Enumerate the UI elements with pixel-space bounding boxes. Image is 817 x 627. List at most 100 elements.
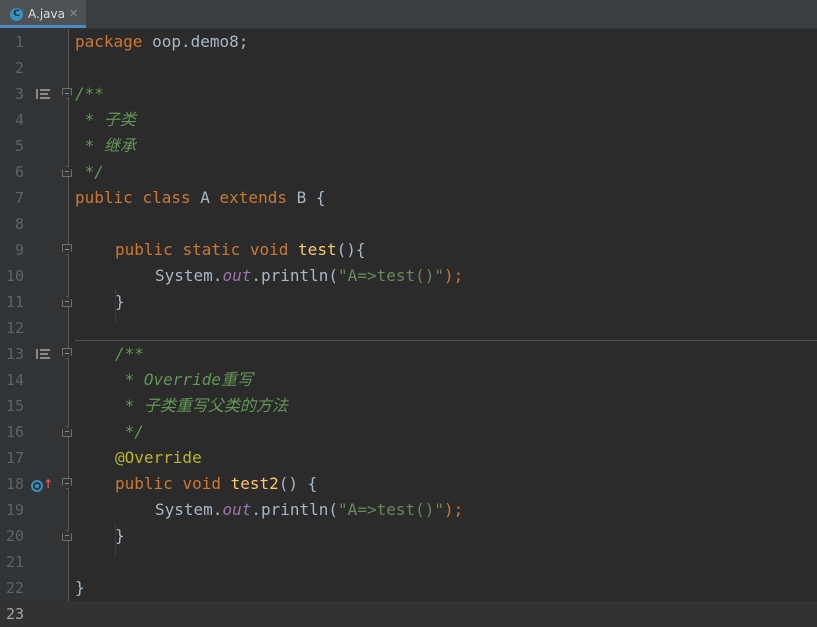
- static-field: out: [222, 500, 252, 519]
- closing-brace: }: [75, 578, 85, 597]
- code-line[interactable]: 17 @Override: [0, 445, 817, 471]
- line-number: 20: [5, 527, 24, 545]
- code-line[interactable]: 15 * 子类重写父类的方法: [0, 393, 817, 419]
- code-line[interactable]: 20 }: [0, 523, 817, 549]
- keyword: static: [182, 240, 241, 259]
- line-number: 10: [5, 267, 24, 285]
- static-field: out: [222, 266, 252, 285]
- method-name: test: [298, 240, 337, 259]
- line-number: 18: [5, 475, 24, 493]
- keyword: class: [142, 188, 191, 207]
- line-number: 4: [14, 111, 24, 129]
- closing-brace: }: [115, 526, 125, 545]
- code-line[interactable]: 22 }: [0, 575, 817, 601]
- doc-comment: * 子类重写父类的方法: [115, 396, 288, 415]
- java-class-icon: C: [10, 8, 23, 21]
- doc-comment: /**: [75, 84, 104, 103]
- code-line[interactable]: 8: [0, 211, 817, 237]
- current-code-line[interactable]: 23: [0, 601, 817, 627]
- code-line[interactable]: 4 * 子类: [0, 107, 817, 133]
- line-number: 11: [5, 293, 24, 311]
- keyword: void: [249, 240, 289, 259]
- line-number: 1: [14, 33, 24, 51]
- line-number: 22: [5, 579, 24, 597]
- line-number: 14: [5, 371, 24, 389]
- string-literal: "A=>test()": [338, 500, 445, 519]
- fold-marker-icon[interactable]: [62, 530, 72, 541]
- string-literal: "A=>test()": [338, 266, 445, 285]
- tab-a-java[interactable]: C A.java ✕: [0, 0, 86, 28]
- code-line[interactable]: 21: [0, 549, 817, 575]
- punctuation: );: [444, 266, 464, 285]
- line-code: System.out.println("A=>test()");: [155, 267, 463, 285]
- class-ref: System.: [155, 500, 223, 519]
- package-name: oop.demo8;: [142, 32, 249, 51]
- code-editor[interactable]: 1 package oop.demo8; 2 3 /** 4 * 子类 5 * …: [0, 29, 817, 627]
- fold-marker-icon[interactable]: [62, 244, 72, 255]
- punctuation: (){: [336, 240, 366, 259]
- code-line[interactable]: 5 * 继承: [0, 133, 817, 159]
- javadoc-render-icon[interactable]: [36, 349, 50, 359]
- line-number: 13: [5, 345, 24, 363]
- line-number: 2: [14, 59, 24, 77]
- method-call: .println(: [251, 266, 339, 285]
- line-number: 9: [14, 241, 24, 259]
- fold-marker-icon[interactable]: [62, 88, 72, 99]
- fold-marker-icon[interactable]: [62, 296, 72, 307]
- ide-window: C A.java ✕ 1 package oop.demo8; 2 3 /** …: [0, 0, 817, 627]
- superclass: B {: [286, 188, 326, 207]
- code-line[interactable]: 3 /**: [0, 81, 817, 107]
- overrides-method-icon[interactable]: ↑: [31, 478, 53, 492]
- code-line[interactable]: 16 */: [0, 419, 817, 445]
- code-line[interactable]: 13 /**: [0, 341, 817, 367]
- doc-comment: */: [115, 422, 144, 441]
- fold-marker-icon[interactable]: [62, 166, 72, 177]
- line-number: 16: [5, 423, 24, 441]
- tab-label: A.java: [28, 7, 65, 21]
- punctuation: () {: [278, 474, 318, 493]
- line-number: 8: [14, 215, 24, 233]
- keyword: package: [75, 32, 143, 51]
- keyword: public: [115, 240, 173, 259]
- code-line[interactable]: 7 public class A extends B {: [0, 185, 817, 211]
- method-call: .println(: [251, 500, 339, 519]
- close-icon[interactable]: ✕: [69, 6, 78, 22]
- code-line[interactable]: 11 }: [0, 289, 817, 315]
- fold-marker-icon[interactable]: [62, 426, 72, 437]
- code-line[interactable]: 19 System.out.println("A=>test()");: [0, 497, 817, 523]
- annotation: @Override: [115, 448, 202, 467]
- line-number: 23: [5, 605, 24, 623]
- line-number: 17: [5, 449, 24, 467]
- closing-brace: }: [115, 292, 125, 311]
- line-code: package oop.demo8;: [75, 33, 248, 51]
- code-line[interactable]: 1 package oop.demo8;: [0, 29, 817, 55]
- line-code: public static void test(){: [115, 241, 365, 259]
- class-ref: System.: [155, 266, 223, 285]
- class-name: A: [200, 188, 210, 207]
- keyword: public: [75, 188, 133, 207]
- line-code: public class A extends B {: [75, 189, 326, 207]
- line-code: System.out.println("A=>test()");: [155, 501, 463, 519]
- keyword: extends: [219, 188, 287, 207]
- code-line[interactable]: 6 */: [0, 159, 817, 185]
- keyword: public: [115, 474, 173, 493]
- fold-marker-icon[interactable]: [62, 348, 72, 359]
- doc-comment: * 子类: [75, 110, 136, 129]
- punctuation: );: [444, 500, 464, 519]
- code-line[interactable]: 18 ↑ public void test2() {: [0, 471, 817, 497]
- line-number: 12: [5, 319, 24, 337]
- code-line[interactable]: 14 * Override重写: [0, 367, 817, 393]
- code-line[interactable]: 2: [0, 55, 817, 81]
- javadoc-render-icon[interactable]: [36, 89, 50, 99]
- code-line[interactable]: 12: [0, 315, 817, 341]
- doc-comment: */: [75, 162, 104, 181]
- fold-marker-icon[interactable]: [62, 478, 72, 489]
- line-number: 6: [14, 163, 24, 181]
- line-number: 7: [14, 189, 24, 207]
- code-line[interactable]: 9 public static void test(){: [0, 237, 817, 263]
- line-number: 19: [5, 501, 24, 519]
- line-code: public void test2() {: [115, 475, 317, 493]
- method-name: test2: [230, 474, 279, 493]
- code-line[interactable]: 10 System.out.println("A=>test()");: [0, 263, 817, 289]
- doc-comment: * Override重写: [115, 370, 253, 389]
